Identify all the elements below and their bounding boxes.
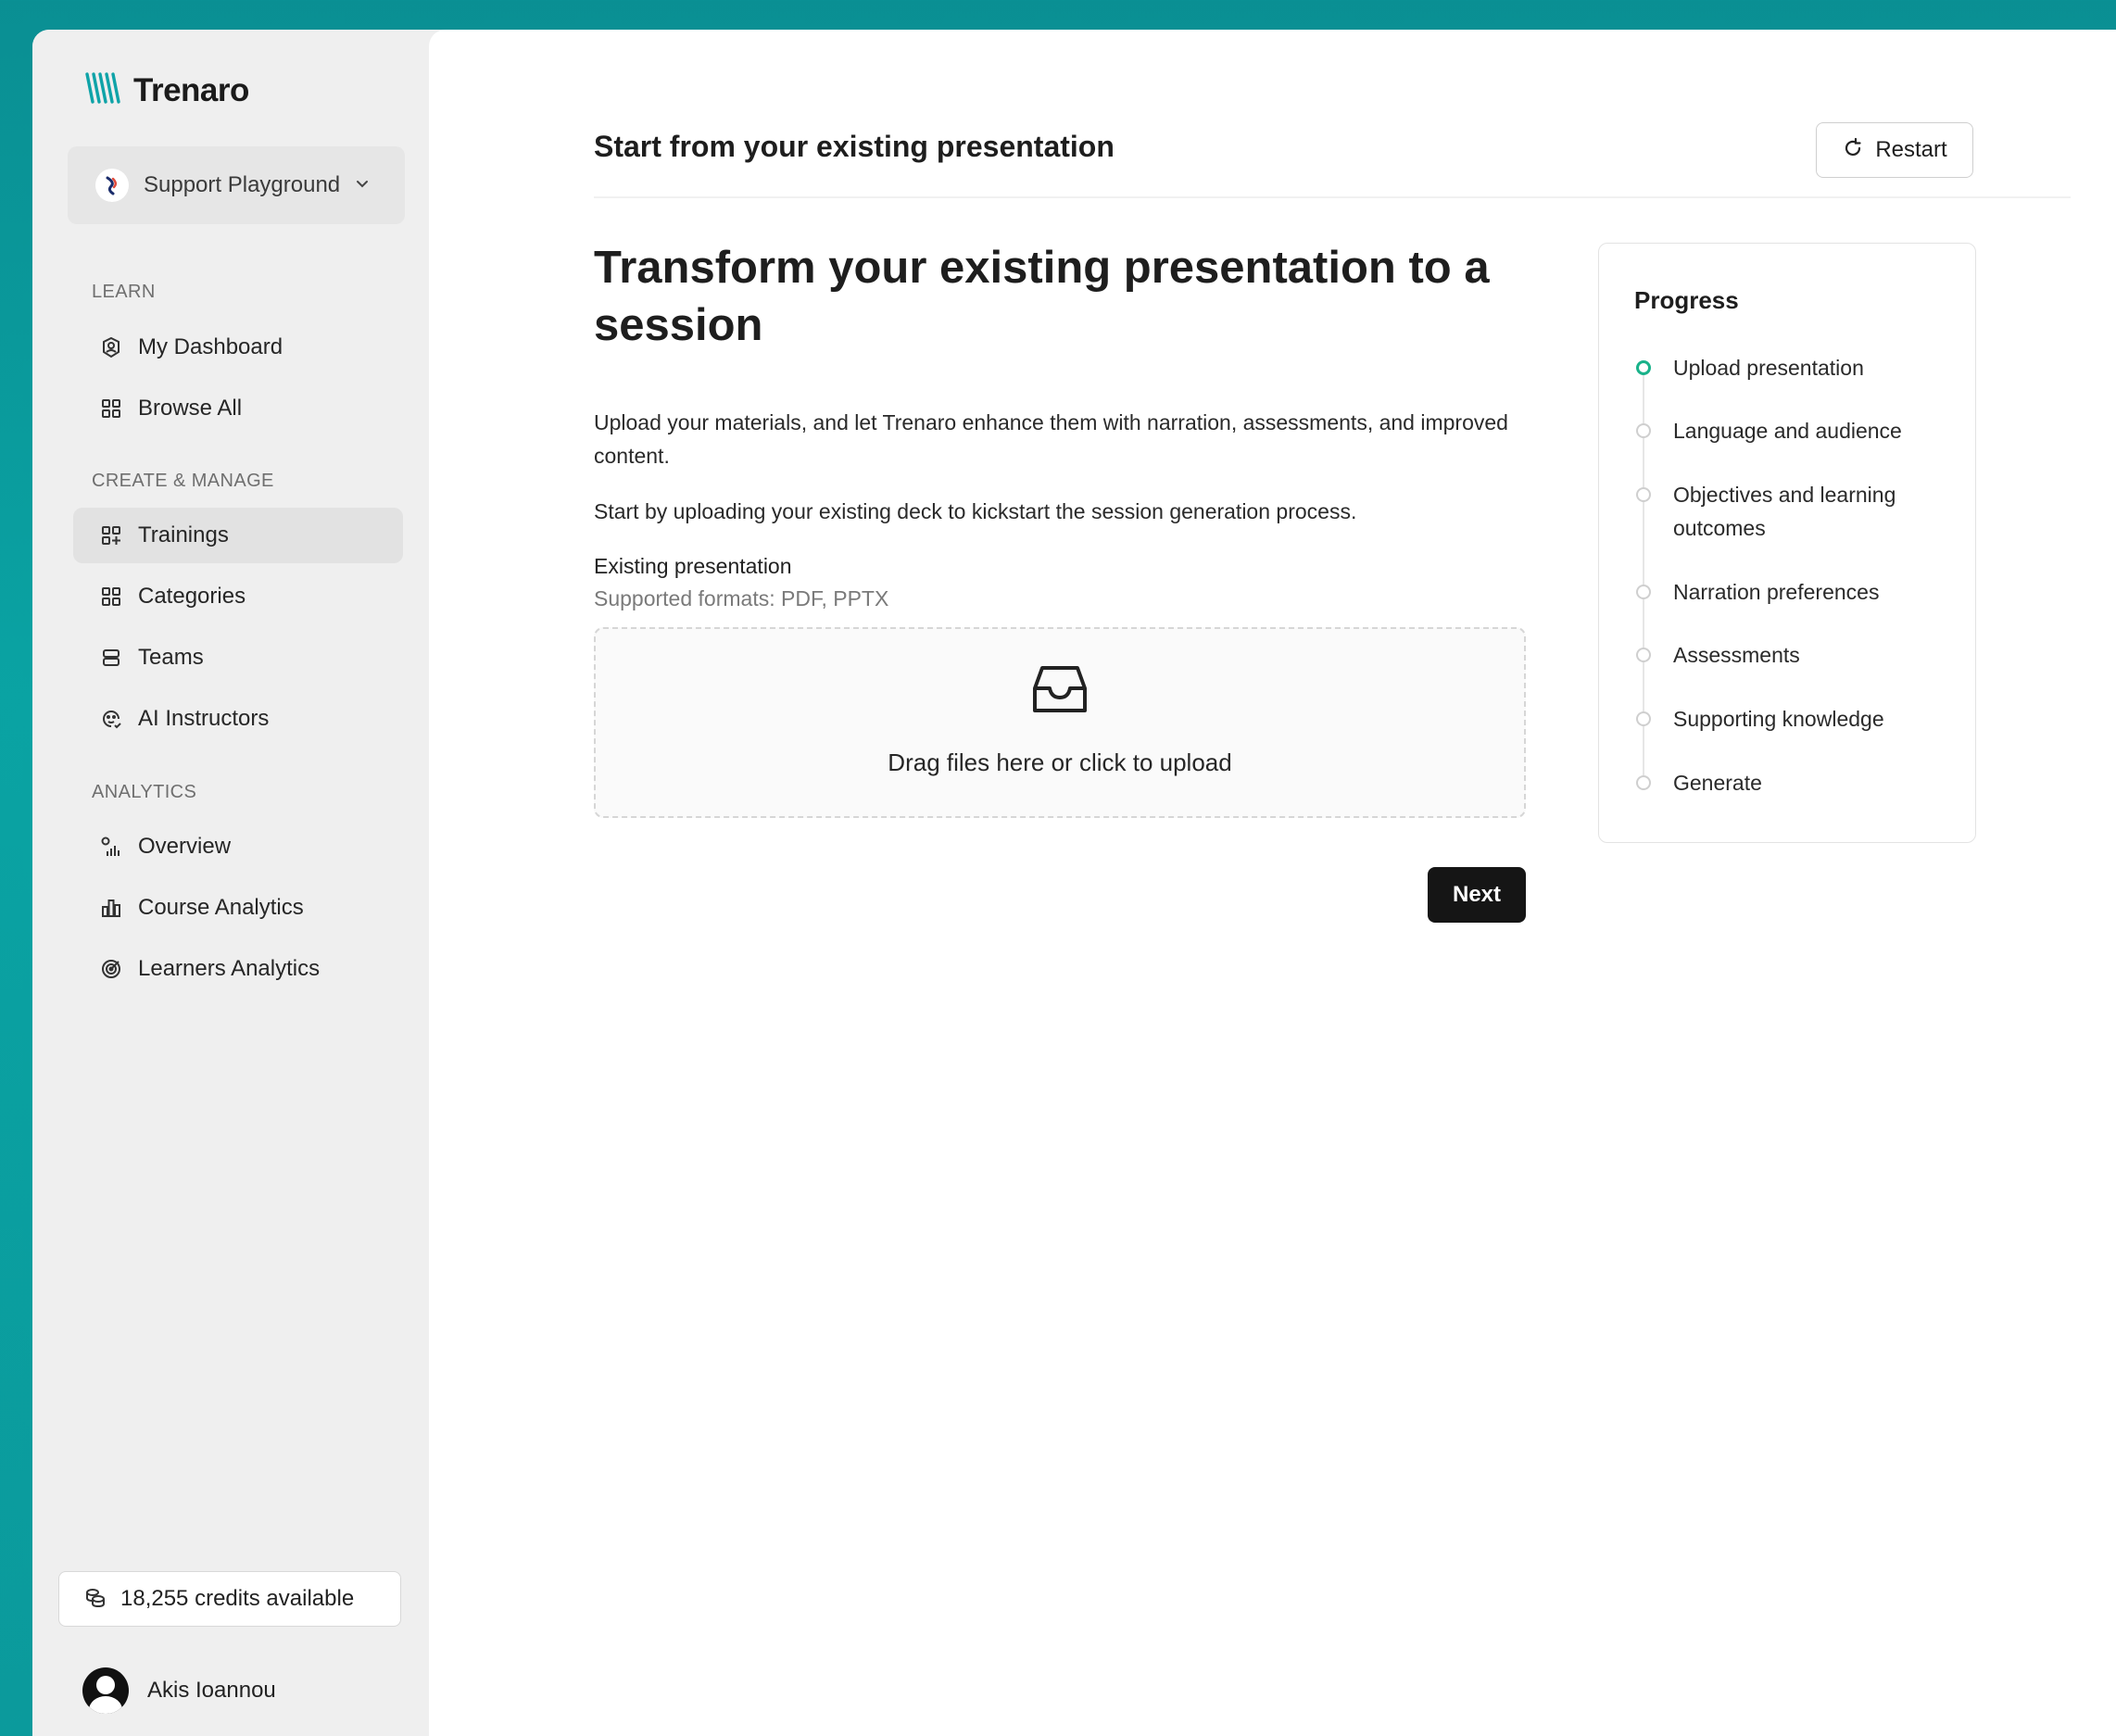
app-window: Trenaro Support Playground LEARN My Dash… [32, 30, 2116, 1736]
sidebar-item-browse-all[interactable]: Browse All [73, 381, 403, 436]
user-profile[interactable]: Akis Ioannou [82, 1667, 276, 1714]
grid-icon [99, 585, 123, 609]
step-label: Objectives and learning outcomes [1673, 483, 1896, 540]
sidebar-item-trainings[interactable]: Trainings [73, 508, 403, 563]
progress-panel: Progress Upload presentation Language an… [1598, 243, 1976, 843]
section-label-create-manage: CREATE & MANAGE [92, 471, 274, 491]
section-label-analytics: ANALYTICS [92, 782, 197, 802]
stack-icon [99, 646, 123, 670]
step-dot [1636, 423, 1651, 438]
step-label: Supporting knowledge [1673, 707, 1884, 731]
file-dropzone[interactable]: Drag files here or click to upload [594, 627, 1526, 818]
sidebar-item-label: Categories [138, 584, 246, 609]
field-hint: Supported formats: PDF, PPTX [594, 586, 889, 610]
step-label: Generate [1673, 771, 1762, 795]
workspace-switcher[interactable]: Support Playground [68, 146, 405, 224]
section-label-learn: LEARN [92, 282, 156, 302]
progress-step-assessments: Assessments [1627, 638, 1960, 672]
step-label: Narration preferences [1673, 580, 1880, 604]
restart-label: Restart [1875, 137, 1947, 162]
sidebar-item-categories[interactable]: Categories [73, 569, 403, 624]
avatar [82, 1667, 129, 1714]
progress-step-generate: Generate [1627, 766, 1960, 799]
chevron-down-icon [355, 176, 370, 195]
sidebar-item-overview[interactable]: Overview [73, 819, 403, 874]
progress-step-upload: Upload presentation [1627, 351, 1960, 384]
sidebar: Trenaro Support Playground LEARN My Dash… [32, 30, 429, 1736]
refresh-icon [1842, 137, 1864, 164]
intro-text: Upload your materials, and let Trenaro e… [594, 410, 1508, 468]
sidebar-item-label: Trainings [138, 522, 229, 547]
overview-chart-icon [99, 835, 123, 859]
sidebar-item-label: My Dashboard [138, 334, 283, 359]
instruction-text: Start by uploading your existing deck to… [594, 499, 1357, 523]
main-content: Start from your existing presentation Re… [429, 30, 2116, 1736]
step-dot [1636, 711, 1651, 726]
bot-face-icon [99, 707, 123, 731]
dropzone-label: Drag files here or click to upload [888, 748, 1232, 776]
restart-button[interactable]: Restart [1816, 122, 1973, 178]
dashboard-icon [99, 335, 123, 359]
progress-title: Progress [1634, 286, 1739, 314]
progress-step-supporting-knowledge: Supporting knowledge [1627, 702, 1960, 736]
sidebar-item-label: Teams [138, 645, 204, 670]
step-dot [1636, 585, 1651, 599]
bar-chart-icon [99, 896, 123, 920]
progress-step-narration: Narration preferences [1627, 575, 1960, 609]
step-label: Upload presentation [1673, 356, 1864, 380]
grid-icon [99, 396, 123, 421]
workspace-name: Support Playground [144, 172, 341, 197]
inbox-icon [1031, 660, 1089, 723]
sidebar-item-my-dashboard[interactable]: My Dashboard [73, 320, 403, 375]
field-label: Existing presentation [594, 554, 792, 578]
sidebar-item-label: Course Analytics [138, 895, 304, 920]
sidebar-item-learners-analytics[interactable]: Learners Analytics [73, 941, 403, 997]
step-label: Language and audience [1673, 419, 1902, 443]
credits-badge[interactable]: 18,255 credits available [58, 1571, 401, 1627]
sidebar-item-course-analytics[interactable]: Course Analytics [73, 880, 403, 936]
next-button[interactable]: Next [1428, 867, 1526, 923]
sidebar-item-label: Learners Analytics [138, 956, 321, 981]
step-dot [1636, 487, 1651, 502]
header-divider [594, 196, 2071, 198]
sidebar-item-teams[interactable]: Teams [73, 630, 403, 686]
page-title: Start from your existing presentation [594, 130, 1115, 163]
credits-label: 18,255 credits available [120, 1586, 355, 1611]
step-label: Assessments [1673, 643, 1800, 667]
target-icon [99, 957, 123, 981]
progress-step-objectives: Objectives and learning outcomes [1627, 478, 1960, 545]
brand-logo[interactable]: Trenaro [83, 69, 249, 112]
coins-icon [83, 1585, 107, 1614]
workspace-logo-icon [95, 169, 129, 202]
step-dot [1636, 775, 1651, 790]
brand-name: Trenaro [133, 71, 249, 108]
sidebar-item-label: Overview [138, 834, 232, 859]
sidebar-item-label: Browse All [138, 396, 243, 421]
hero-heading: Transform your existing presentation to … [594, 243, 1490, 350]
user-name: Akis Ioannou [147, 1678, 276, 1703]
grid-plus-icon [99, 523, 123, 547]
step-dot [1636, 648, 1651, 662]
trenaro-logo-icon [83, 69, 122, 112]
sidebar-item-label: AI Instructors [138, 706, 270, 731]
progress-step-language: Language and audience [1627, 414, 1960, 447]
step-current-dot [1636, 360, 1651, 375]
sidebar-item-ai-instructors[interactable]: AI Instructors [73, 691, 403, 747]
